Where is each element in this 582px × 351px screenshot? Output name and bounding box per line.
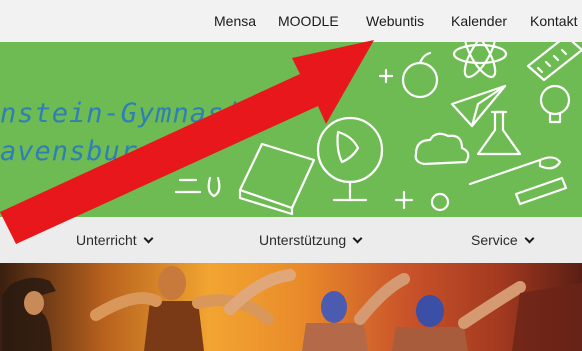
chevron-down-icon (352, 233, 363, 244)
menu-unterricht-label: Unterricht (76, 232, 137, 248)
cloud-icon (414, 132, 470, 166)
ruler-icon (526, 42, 582, 82)
main-navigation: Unterricht Unterstützung Service (0, 217, 582, 263)
menu-unterstuetzung-label: Unterstützung (259, 232, 347, 248)
globe-icon (316, 116, 384, 202)
nav-link-mensa[interactable]: Mensa (214, 13, 256, 29)
division-icon (378, 68, 394, 84)
header-banner[interactable]: nstein-Gymnasiu avensbur (0, 42, 582, 217)
flask-icon (476, 110, 522, 156)
equals-icon (174, 178, 202, 194)
paperclip-icon (207, 176, 221, 198)
atom-icon (452, 42, 508, 79)
performers-silhouettes (2, 266, 582, 351)
chevron-down-icon (143, 233, 154, 244)
lightbulb-icon (539, 84, 571, 124)
nav-link-webuntis[interactable]: Webuntis (366, 13, 424, 29)
hero-photo (0, 263, 582, 351)
pencil-icon (514, 176, 568, 206)
nav-link-kontakt[interactable]: Kontakt (530, 13, 577, 29)
apple-icon (401, 51, 439, 99)
book-icon (238, 142, 316, 216)
top-navigation: Mensa MOODLE Webuntis Kalender Kontakt (0, 0, 582, 42)
banner-illustration (174, 42, 582, 216)
menu-unterricht[interactable]: Unterricht (76, 232, 154, 248)
paintbrush-icon (468, 156, 562, 186)
chevron-down-icon (524, 233, 535, 244)
school-name-line-1: nstein-Gymnasiu (0, 98, 259, 129)
small-circle-icon (430, 192, 450, 212)
school-name-line-2: avensbur (0, 136, 139, 167)
menu-unterstuetzung[interactable]: Unterstützung (259, 232, 363, 248)
nav-link-kalender[interactable]: Kalender (451, 13, 507, 29)
plus-icon (394, 190, 414, 210)
menu-service[interactable]: Service (471, 232, 535, 248)
menu-service-label: Service (471, 232, 518, 248)
paper-plane-icon (450, 84, 507, 128)
nav-link-moodle[interactable]: MOODLE (278, 13, 339, 29)
